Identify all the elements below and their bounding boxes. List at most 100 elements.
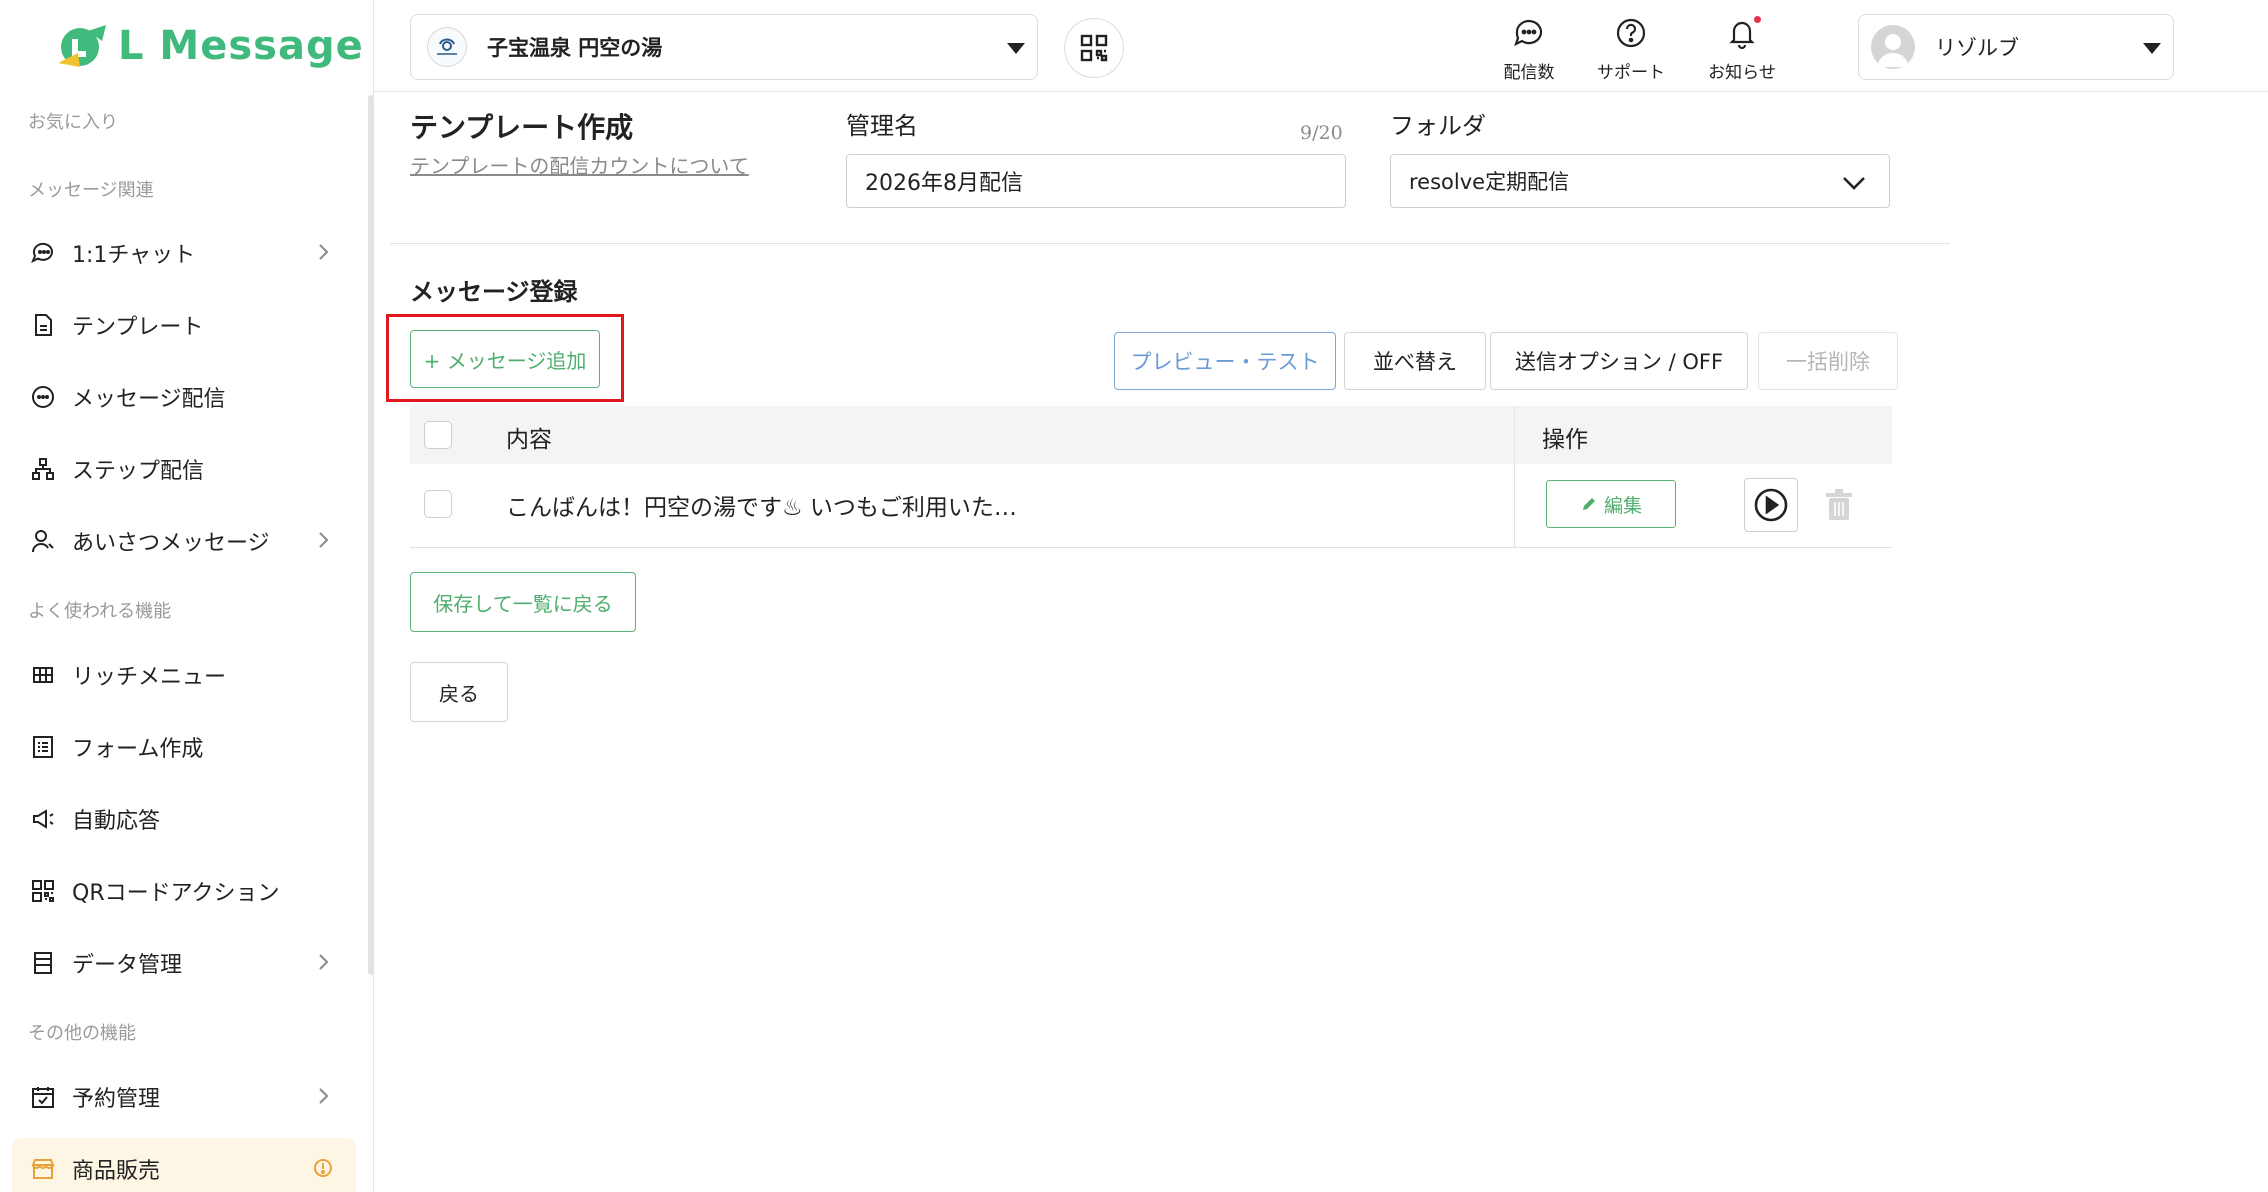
sidebar-item-autoreply[interactable]: 自動応答 (12, 788, 356, 850)
save-and-return-button[interactable]: 保存して一覧に戻る (410, 572, 636, 632)
grid-menu-icon (30, 662, 56, 688)
qr-code-icon (1080, 34, 1108, 62)
sort-button[interactable]: 並べ替え (1344, 332, 1486, 390)
notification-button[interactable]: お知らせ (1697, 16, 1787, 83)
sidebar-scrollbar[interactable] (368, 95, 374, 975)
column-content: 内容 (506, 427, 552, 453)
sidebar-item-data[interactable]: データ管理 (12, 932, 356, 994)
notification-dot (1754, 16, 1761, 23)
caret-down-icon (2143, 43, 2161, 54)
name-counter: 9/20 (1300, 122, 1343, 144)
user-avatar (1871, 25, 1915, 69)
sidebar-item-greeting[interactable]: あいさつメッセージ (12, 510, 356, 572)
name-input-value: 2026年8月配信 (865, 171, 1023, 196)
divider (390, 243, 1950, 244)
send-option-button[interactable]: 送信オプション / OFF (1490, 332, 1748, 390)
section-message: メッセージ関連 (28, 180, 154, 201)
section-frequent: よく使われる機能 (28, 601, 172, 622)
account-avatar (427, 27, 467, 67)
sidebar-item-label: 商品販売 (72, 1159, 161, 1184)
play-circle-icon (1754, 488, 1788, 522)
column-actions: 操作 (1542, 427, 1588, 453)
sidebar-item-label: ステップ配信 (72, 459, 205, 484)
caret-down-icon (1007, 43, 1025, 54)
bulk-delete-button[interactable]: 一括削除 (1758, 332, 1898, 390)
preview-test-button[interactable]: プレビュー・テスト (1114, 332, 1336, 390)
sidebar-item-label: 予約管理 (72, 1087, 161, 1112)
app-logo[interactable]: L Message (58, 20, 364, 72)
delivery-count-button[interactable]: 配信数 (1484, 16, 1574, 83)
calendar-check-icon (30, 1084, 56, 1110)
top-header: 子宝温泉 円空の湯 配信数 サポート お知らせ リゾルブ (374, 0, 2268, 92)
sidebar-item-qr[interactable]: QRコードアクション (12, 860, 356, 922)
chevron-right-icon (319, 954, 329, 970)
sidebar-item-label: メッセージ配信 (72, 387, 226, 412)
shop-icon (30, 1156, 56, 1182)
section-other: その他の機能 (28, 1023, 136, 1044)
sidebar-item-shop[interactable]: 商品販売 (12, 1138, 356, 1192)
name-label: 管理名 (846, 112, 918, 140)
column-divider (1514, 406, 1515, 548)
back-button[interactable]: 戻る (410, 662, 508, 722)
onsen-logo-icon (437, 38, 457, 55)
warning-icon (314, 1159, 332, 1177)
sidebar-item-broadcast[interactable]: メッセージ配信 (12, 366, 356, 428)
document-icon (30, 312, 56, 338)
sidebar-item-label: あいさつメッセージ (72, 531, 270, 556)
select-all-checkbox[interactable] (424, 421, 452, 449)
support-button[interactable]: サポート (1586, 16, 1676, 83)
sidebar-item-label: データ管理 (72, 953, 183, 978)
name-input[interactable]: 2026年8月配信 (846, 154, 1346, 208)
sidebar-item-form[interactable]: フォーム作成 (12, 716, 356, 778)
folder-label: フォルダ (1390, 112, 1486, 140)
row-checkbox[interactable] (424, 490, 452, 518)
account-name: 子宝温泉 円空の湯 (487, 36, 663, 60)
database-icon (30, 950, 56, 976)
app-root: L Message お気に入り メッセージ関連 1:1チャット テンプレート メ… (0, 0, 2268, 1192)
app-name: L Message (118, 23, 364, 69)
count-help-link[interactable]: テンプレートの配信カウントについて (410, 150, 749, 179)
message-dots-icon (30, 384, 56, 410)
qr-code-icon (30, 878, 56, 904)
sidebar-item-step[interactable]: ステップ配信 (12, 438, 356, 500)
header-icon-label: 配信数 (1503, 63, 1555, 83)
message-content: こんばんは！円空の湯です♨ いつもご利用いた… (506, 495, 1017, 521)
sidebar-item-reservation[interactable]: 予約管理 (12, 1066, 356, 1128)
logo-icon (58, 25, 106, 67)
sidebar-item-richmenu[interactable]: リッチメニュー (12, 644, 356, 706)
chevron-down-icon (1843, 177, 1865, 190)
add-message-button[interactable]: + メッセージ追加 (410, 330, 600, 388)
sidebar-item-label: テンプレート (72, 315, 204, 340)
user-name: リゾルブ (1935, 36, 2019, 60)
table-header: 内容 操作 (410, 406, 1892, 464)
qr-button[interactable] (1064, 18, 1124, 78)
section-title: メッセージ登録 (410, 278, 578, 306)
sidebar-item-chat[interactable]: 1:1チャット (12, 222, 356, 284)
sidebar-item-label: フォーム作成 (72, 737, 204, 762)
chevron-right-icon (319, 1088, 329, 1104)
user-wave-icon (30, 528, 56, 554)
sidebar-item-label: リッチメニュー (72, 665, 227, 690)
megaphone-icon (30, 806, 56, 832)
user-avatar-icon (1877, 34, 1909, 67)
folder-select[interactable]: resolve定期配信 (1390, 154, 1890, 208)
edit-button[interactable]: 編集 (1546, 480, 1676, 528)
sidebar-item-template[interactable]: テンプレート (12, 294, 356, 356)
play-preview-button[interactable] (1744, 478, 1798, 532)
sidebar: L Message お気に入り メッセージ関連 1:1チャット テンプレート メ… (0, 0, 374, 1192)
message-count-icon (1514, 19, 1543, 47)
chevron-right-icon (319, 532, 329, 548)
sidebar-item-label: QRコードアクション (72, 881, 280, 906)
account-selector[interactable]: 子宝温泉 円空の湯 (410, 14, 1038, 80)
trash-icon[interactable] (1824, 488, 1854, 522)
edit-label: 編集 (1603, 494, 1642, 517)
section-favorites: お気に入り (28, 112, 118, 133)
header-icon-label: お知らせ (1708, 63, 1776, 83)
table-row: こんばんは！円空の湯です♨ いつもご利用いた… 編集 (410, 464, 1892, 548)
header-icon-label: サポート (1597, 63, 1665, 83)
help-circle-icon (1616, 18, 1646, 48)
pencil-icon (1582, 498, 1595, 510)
sidebar-item-label: 1:1チャット (72, 243, 196, 268)
sidebar-item-label: 自動応答 (72, 809, 161, 834)
user-menu[interactable]: リゾルブ (1858, 14, 2174, 80)
